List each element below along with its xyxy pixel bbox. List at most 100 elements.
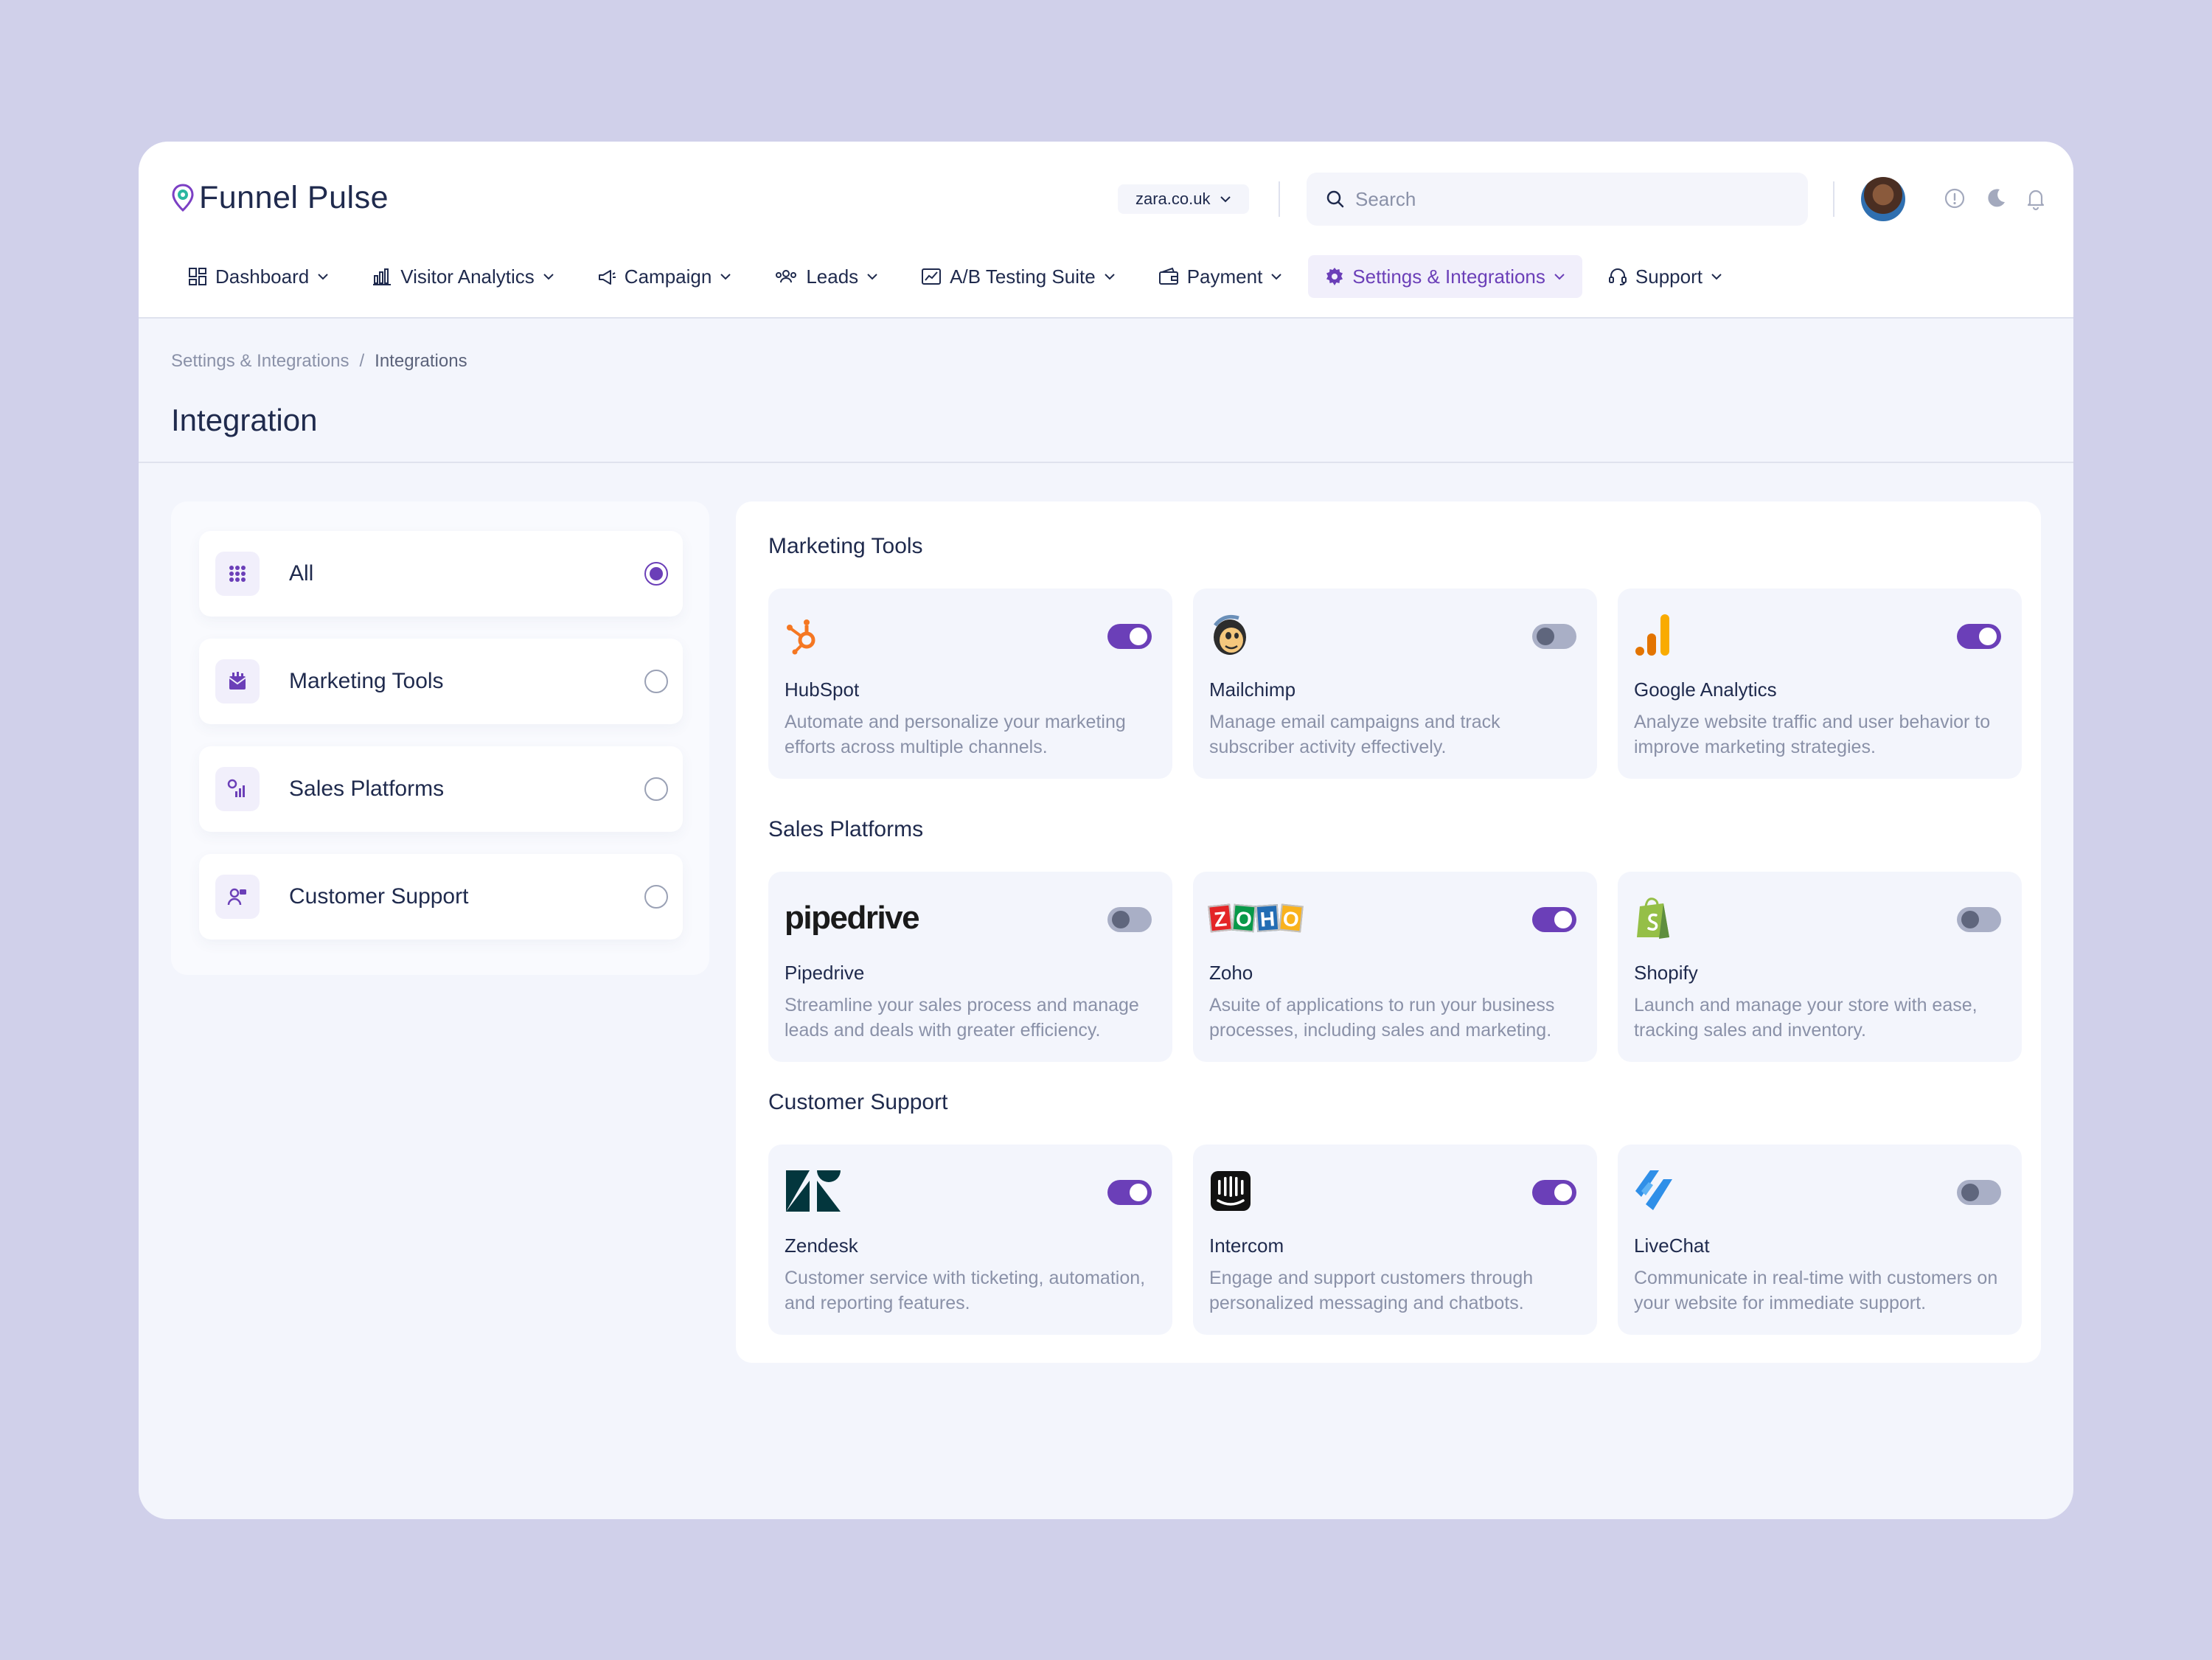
filter-label: Sales Platforms: [289, 777, 445, 801]
nav-visitor-analytics[interactable]: Visitor Analytics: [355, 255, 571, 298]
integration-name: Google Analytics: [1634, 678, 1777, 701]
nav-dashboard[interactable]: Dashboard: [171, 255, 346, 298]
radio-button[interactable]: [644, 562, 668, 586]
google-analytics-logo-icon: [1635, 614, 1669, 656]
nav-payment[interactable]: Payment: [1141, 255, 1300, 298]
chevron-down-icon: [543, 274, 554, 280]
nav-campaign[interactable]: Campaign: [580, 255, 749, 298]
avatar[interactable]: [1861, 177, 1905, 221]
breadcrumb-parent[interactable]: Settings & Integrations: [171, 351, 349, 372]
enable-toggle[interactable]: [1107, 624, 1152, 649]
search-bar[interactable]: [1307, 173, 1808, 226]
location-pin-icon: [172, 183, 194, 212]
zoho-letter: O: [1279, 903, 1304, 933]
nav-ab-testing[interactable]: A/B Testing Suite: [904, 255, 1133, 298]
enable-toggle[interactable]: [1532, 624, 1576, 649]
integrations-panel: Marketing Tools HubSpot Automate and per…: [736, 501, 2041, 1363]
enable-toggle[interactable]: [1107, 1180, 1152, 1205]
integration-description: Streamline your sales process and manage…: [785, 995, 1139, 1041]
wallet-icon: [1158, 267, 1178, 285]
integration-description: Engage and support customers through per…: [1209, 1268, 1534, 1313]
divider: [1279, 181, 1280, 217]
chevron-down-icon: [1104, 274, 1115, 280]
integration-card-intercom: Intercom Engage and support customers th…: [1193, 1145, 1597, 1335]
chevron-down-icon: [867, 274, 877, 280]
zoho-letter: O: [1231, 903, 1256, 933]
integration-description: Automate and personalize your marketing …: [785, 712, 1126, 757]
enable-toggle[interactable]: [1957, 1180, 2001, 1205]
chevron-down-icon: [318, 274, 328, 280]
integration-description: Launch and manage your store with ease, …: [1634, 995, 1978, 1041]
pipedrive-logo: pipedrive: [785, 894, 920, 942]
integration-name: Intercom: [1209, 1234, 1284, 1257]
zendesk-logo-icon: [786, 1170, 841, 1212]
integration-card-zoho: Z O H O Zoho Asuite of applications to r…: [1193, 872, 1597, 1062]
moon-icon[interactable]: [1983, 186, 2008, 211]
nav-label: Leads: [806, 265, 859, 288]
nav-label: Visitor Analytics: [400, 265, 535, 288]
app-name: Funnel Pulse: [199, 180, 389, 215]
domain-selector[interactable]: zara.co.uk: [1118, 184, 1249, 214]
radio-button[interactable]: [644, 885, 668, 909]
hubspot-logo-icon: [787, 619, 815, 655]
bell-icon[interactable]: [2023, 186, 2048, 211]
intercom-logo-icon: [1211, 1171, 1251, 1211]
chevron-down-icon: [1220, 196, 1231, 203]
marketing-icon: [215, 659, 260, 704]
filter-label: Customer Support: [289, 884, 469, 909]
integration-card-livechat: LiveChat Communicate in real-time with c…: [1618, 1145, 2022, 1335]
domain-label: zara.co.uk: [1135, 190, 1211, 208]
integration-description: Manage email campaigns and track subscri…: [1209, 712, 1500, 757]
grid-icon: [215, 552, 260, 596]
enable-toggle[interactable]: [1957, 624, 2001, 649]
toggle-knob: [1979, 628, 1997, 645]
radio-button[interactable]: [644, 777, 668, 801]
enable-toggle[interactable]: [1532, 1180, 1576, 1205]
enable-toggle[interactable]: [1532, 907, 1576, 932]
zoho-letter: H: [1255, 903, 1280, 933]
breadcrumb: Settings & Integrations / Integrations: [171, 351, 467, 372]
search-input[interactable]: [1355, 187, 1768, 211]
integration-description: Customer service with ticketing, automat…: [785, 1268, 1146, 1313]
toggle-knob: [1112, 911, 1130, 928]
livechat-logo-icon: [1635, 1170, 1672, 1210]
mailchimp-logo-icon: [1214, 614, 1246, 655]
toggle-knob: [1130, 628, 1147, 645]
chevron-down-icon: [1271, 274, 1282, 280]
grid-dots-icon: [229, 566, 246, 582]
breadcrumb-separator: /: [359, 351, 365, 371]
integration-card-zendesk: Zendesk Customer service with ticketing,…: [768, 1145, 1172, 1335]
filter-sales-platforms[interactable]: Sales Platforms: [199, 746, 683, 832]
filter-label: Marketing Tools: [289, 669, 444, 693]
nav-leads[interactable]: Leads: [757, 255, 895, 298]
info-icon[interactable]: [1942, 186, 1967, 211]
sales-icon: [215, 767, 260, 811]
top-header: Funnel Pulse zara.co.uk Dashboard Visit: [139, 142, 2073, 319]
enable-toggle[interactable]: [1957, 907, 2001, 932]
integration-card-google-analytics: Google Analytics Analyze website traffic…: [1618, 588, 2022, 779]
brand-logo[interactable]: Funnel Pulse: [171, 180, 389, 216]
toggle-knob: [1554, 911, 1572, 928]
toggle-knob: [1961, 1184, 1979, 1201]
radio-button[interactable]: [644, 670, 668, 693]
zoho-logo: Z O H O: [1208, 894, 1304, 942]
integration-description: Communicate in real-time with customers …: [1634, 1268, 1998, 1313]
toggle-knob: [1961, 911, 1979, 928]
enable-toggle[interactable]: [1107, 907, 1152, 932]
hubspot-logo: [785, 611, 823, 659]
section-title-customer-support: Customer Support: [768, 1090, 948, 1114]
chevron-down-icon: [1554, 274, 1565, 280]
nav-settings-integrations[interactable]: Settings & Integrations: [1308, 255, 1582, 298]
integration-card-shopify: Shopify Launch and manage your store wit…: [1618, 872, 2022, 1062]
integration-card-hubspot: HubSpot Automate and personalize your ma…: [768, 588, 1172, 779]
integration-description: Analyze website traffic and user behavio…: [1634, 712, 1991, 757]
filter-all[interactable]: All: [199, 531, 683, 617]
nav-label: Payment: [1186, 265, 1263, 288]
nav-support[interactable]: Support: [1591, 255, 1739, 298]
ab-testing-icon: [922, 268, 942, 285]
filter-customer-support[interactable]: Customer Support: [199, 854, 683, 940]
integration-name: Pipedrive: [785, 962, 865, 984]
chevron-down-icon: [720, 274, 731, 280]
integration-name: Shopify: [1634, 962, 1698, 984]
filter-marketing-tools[interactable]: Marketing Tools: [199, 639, 683, 724]
